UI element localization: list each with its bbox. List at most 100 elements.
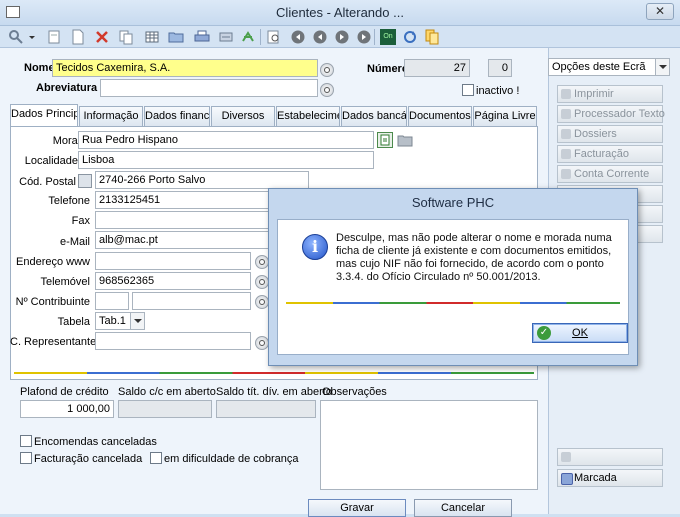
edit-icon[interactable] [46,29,62,45]
facturacao-label: Facturação cancelada [34,453,143,465]
tab-pagina-livre[interactable]: Página Livre [473,106,537,126]
title-bar: Clientes - Alterando ... ✕ [0,0,680,26]
telemovel-label: Telemóvel [40,276,90,288]
dificuldade-label: em dificuldade de cobrança [164,453,299,465]
filter-icon[interactable] [218,29,234,45]
opcoes-select[interactable]: Opções deste Ecrã [548,58,670,76]
grid-icon[interactable] [144,29,160,45]
online-icon[interactable]: On [380,29,396,45]
facturacao-button[interactable]: Facturação [557,145,663,163]
nome-input[interactable]: Tecidos Caxemira, S.A. [52,59,318,77]
delete-icon[interactable] [94,29,110,45]
tab-diversos[interactable]: Diversos [211,106,275,126]
new-doc-icon[interactable] [70,29,86,45]
encomendas-label: Encomendas canceladas [34,436,157,448]
representante-label: C. Representante [10,336,97,348]
contribuinte-search-icon[interactable] [255,295,269,309]
gravar-button[interactable]: Gravar [308,499,406,517]
tab-documentos[interactable]: Documentos de [408,106,472,126]
abreviatura-input[interactable] [100,79,318,97]
abreviatura-search-icon[interactable] [320,83,334,97]
tab-dados-principais[interactable]: Dados Principais [10,104,78,126]
cod-postal-input[interactable]: 2740-266 Porto Salvo [95,171,309,189]
cancelar-button[interactable]: Cancelar [414,499,512,517]
postal-code-icon[interactable] [78,174,92,188]
telefone-input[interactable]: 2133125451 [95,191,275,209]
observacoes-label: Observações [322,386,387,398]
right-button-blank-4[interactable] [557,448,663,466]
dialog-divider [286,302,620,304]
map-icon[interactable] [377,132,393,148]
imprimir-button[interactable]: Imprimir [557,85,663,103]
documents-icon[interactable] [424,29,440,45]
encomendas-checkbox[interactable] [20,435,32,447]
fax-label: Fax [71,215,90,227]
numero-label: Número [367,63,409,75]
inactivo-checkbox[interactable] [462,84,474,96]
refresh-icon[interactable] [240,29,256,45]
dificuldade-checkbox[interactable] [150,452,162,464]
tab-informacao[interactable]: Informação [79,106,143,126]
dossiers-button[interactable]: Dossiers [557,125,663,143]
telefone-label: Telefone [48,195,90,207]
saldo-label: Saldo c/c em aberto [118,386,216,398]
chevron-down-icon[interactable] [28,29,36,45]
representante-search-icon[interactable] [255,336,269,350]
tabela-label: Tabela [57,316,90,328]
numero-input[interactable]: 27 [404,59,470,77]
contribuinte-input[interactable] [132,292,251,310]
first-record-icon[interactable] [290,29,306,45]
telemovel-input[interactable]: 968562365 [95,272,251,290]
print-icon[interactable] [194,29,210,45]
tabela-value: Tab.1 [99,315,126,327]
tab-estabelecimentos[interactable]: Estabelecimentos [276,106,340,126]
search-icon[interactable] [8,29,24,45]
ok-button[interactable]: ✓ OK [532,323,628,343]
localidade-input[interactable]: Lisboa [78,151,374,169]
cancelar-label: Cancelar [440,502,486,514]
last-record-icon[interactable] [356,29,372,45]
email-input[interactable]: alb@mac.pt [95,231,275,249]
representante-input[interactable] [95,332,251,350]
browse-icon[interactable] [255,255,269,269]
gravar-label: Gravar [340,502,374,514]
email-label: e-Mail [60,236,90,248]
nome-label: Nome [24,62,55,74]
numero-sub-input[interactable]: 0 [488,59,512,77]
saldo-tit-label: Saldo tít. dív. em aberto [216,386,332,398]
saldo-tit-input [216,400,316,418]
divider [14,372,534,374]
chevron-down-icon[interactable] [130,313,144,329]
tab-dados-bancarios[interactable]: Dados bancários [341,106,407,126]
next-record-icon[interactable] [334,29,350,45]
chevron-down-icon[interactable] [655,59,669,75]
fax-input[interactable] [95,211,275,229]
conta-corrente-button[interactable]: Conta Corrente [557,165,663,183]
nome-search-icon[interactable] [320,63,334,77]
dialog-title: Software PHC [411,195,495,210]
close-button[interactable]: ✕ [646,3,674,20]
observacoes-textarea[interactable] [320,400,538,490]
opcoes-select-label: Opções deste Ecrã [552,61,646,73]
endereco-www-input[interactable] [95,252,251,270]
ok-label: OK [572,327,588,339]
marcada-button[interactable]: Marcada [557,469,663,487]
processador-texto-button[interactable]: Processador Texto [557,105,665,123]
info-icon: i [302,234,328,260]
plafond-input[interactable]: 1 000,00 [20,400,114,418]
phone-icon[interactable] [255,275,269,289]
folder-icon[interactable] [168,29,184,45]
dialog-body: i Desculpe, mas não pode alterar o nome … [277,219,629,355]
facturacao-checkbox[interactable] [20,452,32,464]
tab-dados-financeiros[interactable]: Dados financeiros [144,106,210,126]
preview-icon[interactable] [266,29,282,45]
sync-icon[interactable] [402,29,418,45]
check-icon: ✓ [537,326,551,340]
morada-input[interactable]: Rua Pedro Hispano [78,131,374,149]
copy-icon[interactable] [118,29,134,45]
contribuinte-prefix-input[interactable] [95,292,129,310]
prev-record-icon[interactable] [312,29,328,45]
cod-postal-label: Cód. Postal [19,176,76,188]
abreviatura-label: Abreviatura [36,82,98,94]
folder-icon[interactable] [397,132,413,148]
